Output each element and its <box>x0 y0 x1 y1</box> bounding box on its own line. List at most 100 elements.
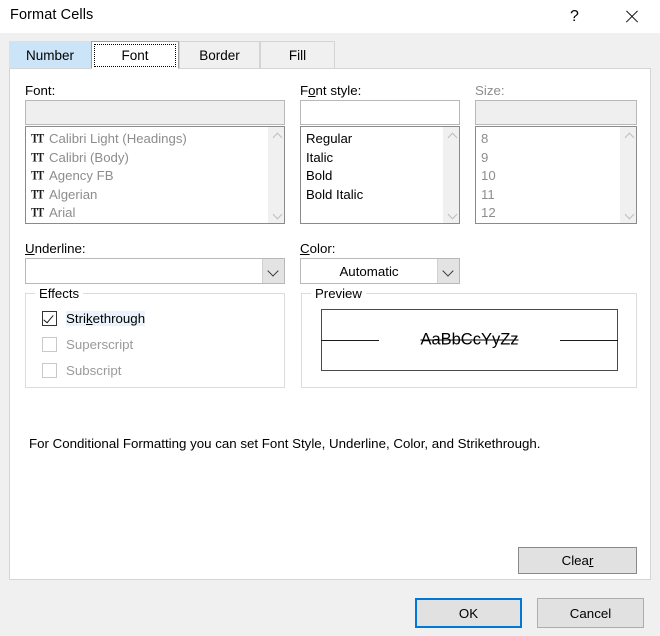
list-item-label: Arial <box>49 205 76 220</box>
color-label-accel: C <box>300 241 310 256</box>
font-input[interactable] <box>25 100 285 125</box>
preview-sample-text: AaBbCcYyZz <box>420 330 519 349</box>
close-button[interactable] <box>609 0 654 33</box>
checkbox-label: Superscript <box>66 337 134 352</box>
effects-group: Effects Strikethrough Superscript Subscr… <box>25 286 285 388</box>
list-item[interactable]: TT Arial <box>29 204 267 223</box>
underline-label-suffix: nderline: <box>34 241 86 256</box>
checkbox-subscript[interactable]: Subscript <box>42 363 121 378</box>
chevron-down-icon <box>273 211 281 219</box>
checkbox-label: Strikethrough <box>66 311 146 326</box>
ok-button[interactable]: OK <box>415 598 522 628</box>
list-item[interactable]: 14 <box>479 223 619 224</box>
size-input[interactable] <box>475 100 637 125</box>
list-item[interactable]: 11 <box>479 186 619 205</box>
scroll-up-button[interactable] <box>268 127 284 144</box>
tab-fill[interactable]: Fill <box>260 41 335 69</box>
help-button[interactable]: ? <box>552 0 597 33</box>
size-label: Size: <box>475 83 505 98</box>
list-item-label: Calibri Light (Headings) <box>49 131 187 146</box>
tab-strip: Number Font Border Fill <box>9 41 651 69</box>
chevron-down-icon <box>625 211 633 219</box>
truetype-icon: TT <box>31 221 49 223</box>
list-item[interactable]: 8 <box>479 130 619 149</box>
font-style-list-scrollbar[interactable] <box>442 127 459 223</box>
close-x-icon <box>624 9 639 24</box>
effects-group-title: Effects <box>35 286 84 301</box>
focus-ring <box>94 44 176 67</box>
question-mark-icon: ? <box>570 7 579 25</box>
checkbox-strikethrough[interactable]: Strikethrough <box>42 311 146 326</box>
chevron-up-icon <box>448 132 456 140</box>
underline-combo-arrow[interactable] <box>262 259 284 283</box>
scroll-up-button[interactable] <box>620 127 636 144</box>
list-item-label: Algerian <box>49 186 98 202</box>
tab-font[interactable]: Font <box>91 41 179 69</box>
cancel-button[interactable]: Cancel <box>537 598 644 628</box>
size-list-items: 8 9 10 11 12 14 <box>476 127 619 223</box>
font-list[interactable]: TT Calibri Light (Headings) TT Calibri (… <box>25 126 285 224</box>
size-list[interactable]: 8 9 10 11 12 14 <box>475 126 637 224</box>
tab-number[interactable]: Number <box>9 41 91 69</box>
chevron-up-icon <box>625 132 633 140</box>
list-item[interactable]: TT Calibri (Body) <box>29 149 267 168</box>
scroll-down-button[interactable] <box>620 206 636 223</box>
info-text: For Conditional Formatting you can set F… <box>29 436 541 451</box>
preview-group: Preview AaBbCcYyZz <box>301 286 637 388</box>
window-title: Format Cells <box>10 7 94 23</box>
font-list-scrollbar[interactable] <box>267 127 284 223</box>
size-list-scrollbar[interactable] <box>619 127 636 223</box>
font-style-label-prefix: F <box>300 83 309 98</box>
underline-combo-value <box>26 259 262 283</box>
list-item-label: Italic <box>306 149 334 165</box>
list-item[interactable]: Bold Italic <box>304 186 442 205</box>
underline-combo[interactable] <box>25 258 285 284</box>
list-item-label: Bold Italic <box>306 186 364 202</box>
chevron-down-icon <box>269 267 278 276</box>
list-item-label: Bold <box>306 168 333 183</box>
dialog-footer: OK Cancel <box>0 580 660 636</box>
tab-fill-label: Fill <box>288 48 307 63</box>
label-before: Stri <box>66 311 86 326</box>
list-item[interactable]: Bold <box>304 167 442 186</box>
list-item[interactable]: Regular <box>304 130 442 149</box>
format-cells-dialog: Format Cells ? Number Font Border Fill F… <box>0 0 660 636</box>
scroll-down-button[interactable] <box>268 206 284 223</box>
font-style-input[interactable] <box>300 100 460 125</box>
list-item[interactable]: 9 <box>479 149 619 168</box>
list-item[interactable]: TT Algerian <box>29 186 267 205</box>
font-style-label-suffix: nt style: <box>315 83 362 98</box>
list-item-label: Arial Black <box>49 223 111 224</box>
preview-box: AaBbCcYyZz <box>321 309 618 371</box>
underline-label: Underline: <box>25 241 86 256</box>
list-item[interactable]: 10 <box>479 167 619 186</box>
font-list-items: TT Calibri Light (Headings) TT Calibri (… <box>26 127 267 223</box>
tab-border[interactable]: Border <box>179 41 260 69</box>
list-item[interactable]: 12 <box>479 204 619 223</box>
scroll-up-button[interactable] <box>443 127 459 144</box>
color-combo[interactable]: Automatic <box>300 258 460 284</box>
list-item[interactable]: TT Calibri Light (Headings) <box>29 130 267 149</box>
checkbox-superscript[interactable]: Superscript <box>42 337 133 352</box>
chevron-up-icon <box>273 132 281 140</box>
clear-button[interactable]: Clear <box>518 547 637 574</box>
list-item[interactable]: TT Agency FB <box>29 167 267 186</box>
font-label: Font: <box>25 83 56 98</box>
checkmark-icon <box>43 312 54 324</box>
clear-button-label: Clear <box>562 553 594 568</box>
scroll-down-button[interactable] <box>443 206 459 223</box>
list-item[interactable]: TT Arial Black <box>29 221 267 224</box>
color-combo-arrow[interactable] <box>437 259 459 283</box>
list-item-label: 14 <box>481 223 496 224</box>
tab-border-label: Border <box>199 48 240 63</box>
list-item[interactable]: Italic <box>304 149 442 168</box>
color-label-suffix: olor: <box>309 241 336 256</box>
label-accel: k <box>85 311 93 326</box>
checkbox-box <box>42 311 57 326</box>
title-bar: Format Cells ? <box>0 0 660 33</box>
underline-label-accel: U <box>25 241 35 256</box>
list-item-label: 9 <box>481 149 489 165</box>
preview-group-title: Preview <box>311 286 366 301</box>
tab-number-label: Number <box>25 48 74 63</box>
font-style-list[interactable]: Regular Italic Bold Bold Italic <box>300 126 460 224</box>
